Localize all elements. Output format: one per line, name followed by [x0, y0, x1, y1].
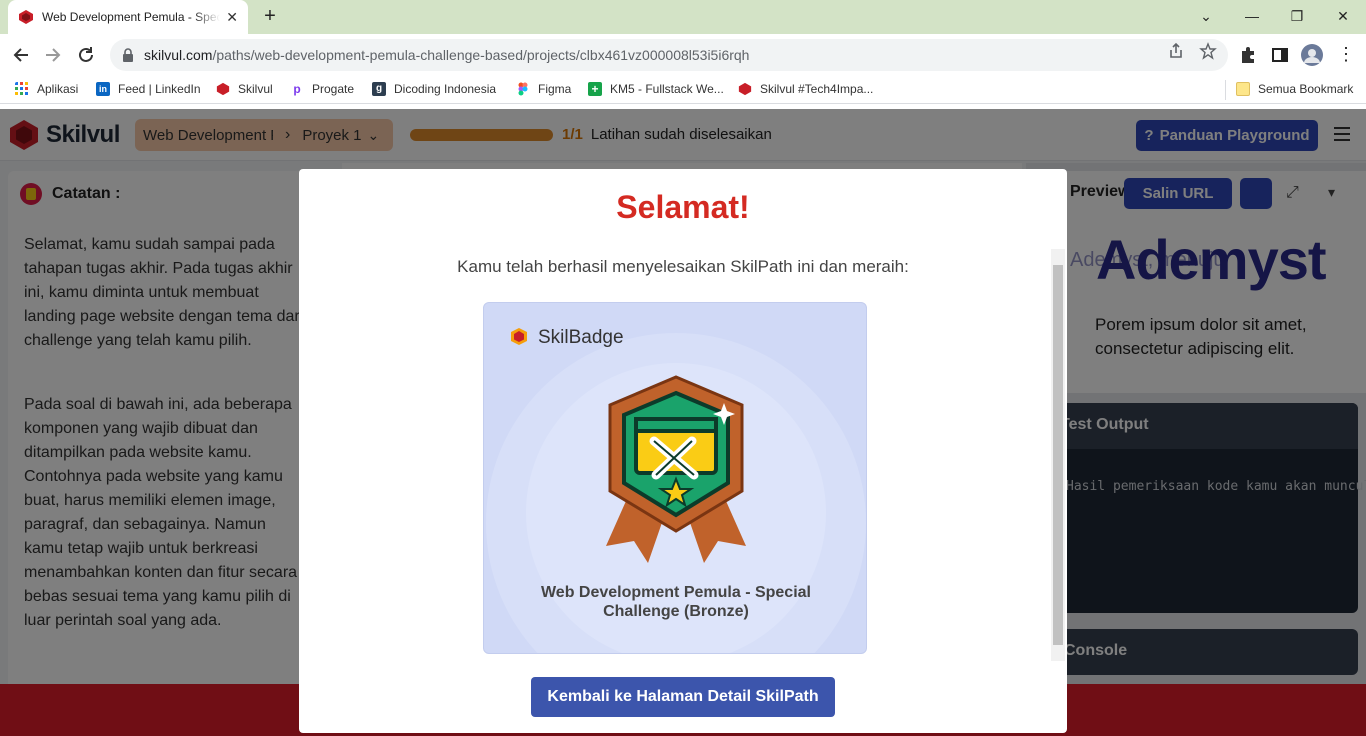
all-bookmarks[interactable]: Semua Bookmark	[1236, 82, 1353, 96]
bookmark-label: Skilvul #Tech4Impa...	[760, 82, 874, 96]
dicoding-icon: g	[372, 82, 386, 96]
bookmark-aplikasi[interactable]: Aplikasi	[15, 82, 78, 96]
bookmark-skilvul[interactable]: Skilvul	[216, 82, 273, 96]
browser-tab[interactable]: Web Development Pemula - Special Challen…	[8, 0, 248, 34]
bookmark-label: Figma	[538, 82, 572, 96]
success-modal: Selamat! Kamu telah berhasil menyelesaik…	[299, 169, 1067, 733]
km5-icon: +	[588, 82, 602, 96]
bookmark-label: Feed | LinkedIn	[118, 82, 201, 96]
bookmark-label: Aplikasi	[37, 82, 79, 96]
all-bookmarks-label: Semua Bookmark	[1258, 82, 1354, 96]
modal-subtitle: Kamu telah berhasil menyelesaikan SkilPa…	[457, 257, 909, 276]
badge-name: Web Development Pemula - Special Challen…	[540, 584, 811, 620]
url-text: skilvul.com/paths/web-development-pemula…	[144, 47, 749, 63]
skilbadge-brand: SkilBadge	[510, 327, 624, 349]
url-host: skilvul.com	[144, 47, 213, 63]
bookmark-label: Skilvul	[238, 82, 273, 96]
address-bar-row: skilvul.com/paths/web-development-pemula…	[0, 34, 1366, 76]
new-tab-icon[interactable]: +	[258, 6, 282, 28]
back-to-skilpath-label: Kembali ke Halaman Detail SkilPath	[547, 688, 819, 705]
progate-icon: p	[293, 82, 301, 96]
skilbadge-icon	[511, 328, 527, 345]
back-to-skilpath-button[interactable]: Kembali ke Halaman Detail SkilPath	[531, 677, 835, 717]
skilbadge-label: SkilBadge	[538, 327, 624, 348]
bookmark-linkedin[interactable]: in Feed | LinkedIn	[96, 82, 201, 96]
tab-title: Web Development Pemula - Special Challen…	[42, 10, 220, 24]
window-close-icon[interactable]: ✕	[1331, 6, 1355, 26]
bookmarks-bar: Aplikasi in Feed | LinkedIn Skilvul p Pr…	[0, 76, 1366, 104]
browser-tab-strip: Web Development Pemula - Special Challen…	[0, 0, 1366, 34]
skilvul-icon	[738, 82, 752, 96]
tab-close-icon[interactable]: ✕	[226, 10, 238, 24]
bookmark-km5[interactable]: + KM5 - Fullstack We...	[588, 82, 724, 96]
bookmarks-divider	[1225, 80, 1226, 100]
bronze-badge-icon	[606, 375, 746, 563]
modal-scrollbar[interactable]	[1051, 249, 1065, 661]
share-icon[interactable]	[1167, 42, 1185, 60]
browser-menu-icon[interactable]: ⋮	[1334, 44, 1358, 64]
folder-icon	[1236, 82, 1250, 96]
scrollbar-thumb[interactable]	[1053, 265, 1063, 645]
minimize-icon[interactable]: —	[1240, 6, 1264, 26]
url-path: /paths/web-development-pemula-challenge-…	[212, 47, 750, 63]
back-icon[interactable]	[10, 44, 32, 66]
bookmark-label: KM5 - Fullstack We...	[610, 82, 724, 96]
bookmark-star-icon[interactable]	[1199, 42, 1217, 60]
bookmark-skilvul-tech4impact[interactable]: Skilvul #Tech4Impa...	[738, 82, 873, 96]
bookmark-label: Dicoding Indonesia	[394, 82, 497, 96]
bookmark-figma[interactable]: Figma	[516, 82, 571, 96]
side-panel-icon[interactable]	[1270, 45, 1290, 65]
skilvul-favicon-icon	[19, 10, 33, 24]
tab-search-chevron-icon[interactable]: ⌄	[1194, 6, 1218, 26]
apps-grid-icon	[15, 82, 28, 95]
profile-avatar[interactable]	[1301, 44, 1323, 66]
reload-icon[interactable]	[75, 44, 97, 66]
badge-card: SkilBadge Web Development Pemula - Speci…	[483, 302, 867, 654]
forward-icon[interactable]	[42, 44, 64, 66]
modal-title: Selamat!	[616, 189, 750, 225]
skilvul-icon	[216, 82, 230, 96]
figma-icon	[518, 82, 528, 96]
restore-icon[interactable]: ❐	[1285, 6, 1309, 26]
bookmark-dicoding[interactable]: g Dicoding Indonesia	[372, 82, 496, 96]
bookmark-progate[interactable]: p Progate	[290, 82, 354, 96]
linkedin-icon: in	[96, 82, 110, 96]
lock-icon	[123, 48, 133, 62]
url-omnibox[interactable]: skilvul.com/paths/web-development-pemula…	[110, 39, 1228, 71]
bookmark-label: Progate	[312, 82, 355, 96]
extensions-puzzle-icon[interactable]	[1238, 45, 1258, 65]
